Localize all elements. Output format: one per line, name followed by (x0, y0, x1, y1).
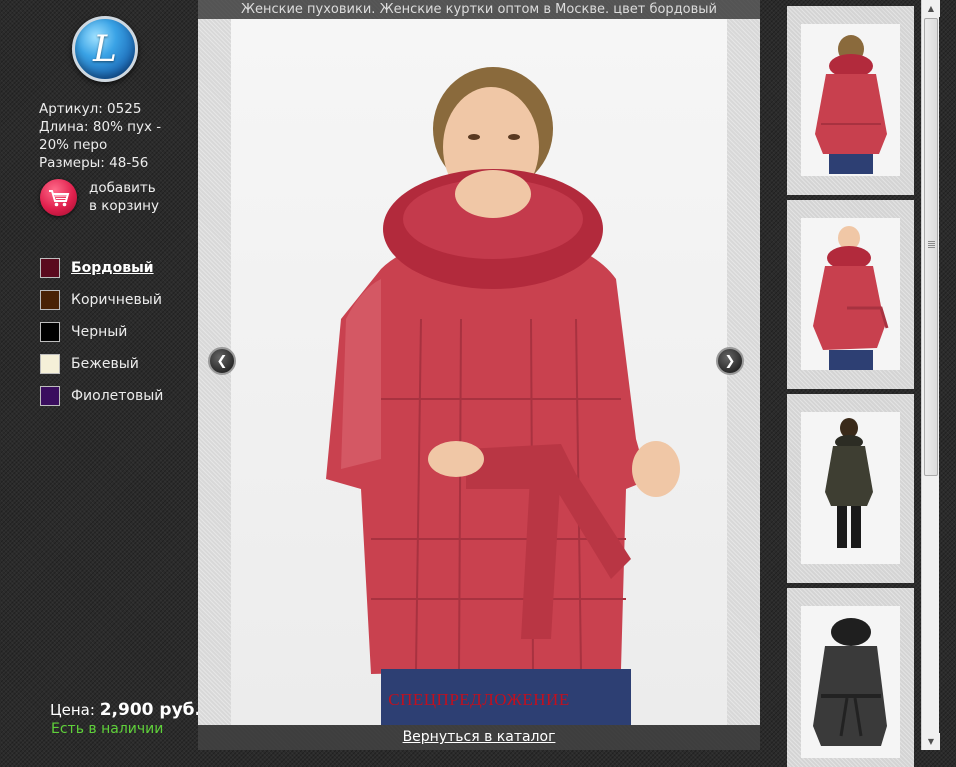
fill-composition-cont: 20% перо (39, 137, 108, 153)
next-image-button[interactable]: ❯ (716, 347, 744, 375)
thumbnail-3[interactable] (787, 394, 914, 583)
thumbnail-4[interactable] (787, 588, 914, 767)
chevron-left-icon: ❮ (216, 353, 228, 369)
add-to-cart-button[interactable]: добавить в корзину (40, 179, 159, 216)
vertical-scrollbar[interactable]: ▲ ▼ (921, 0, 940, 750)
add-to-cart-label[interactable]: добавить в корзину (89, 179, 159, 215)
color-options: Бордовый Коричневый Черный Бежевый Фиолетовы… (40, 252, 163, 412)
color-option[interactable]: Фиолетовый (40, 380, 163, 412)
brand-logo[interactable]: L (72, 16, 138, 82)
shopping-cart-icon[interactable] (40, 179, 77, 216)
thumbnail-image (801, 606, 900, 758)
scroll-down-arrow-icon[interactable]: ▼ (922, 733, 940, 750)
viewer-title: Женские пуховики. Женские куртки оптом в… (198, 0, 760, 19)
special-offer-label: СПЕЦПРЕДЛОЖЕНИЕ (388, 690, 570, 709)
size-range: Размеры: 48-56 (39, 155, 149, 171)
thumbnail-image (801, 412, 900, 564)
color-label[interactable]: Бордовый (71, 260, 154, 276)
price-value: 2,900 руб. (99, 700, 201, 720)
color-swatch[interactable] (40, 290, 60, 310)
prev-image-button[interactable]: ❮ (208, 347, 236, 375)
thumbnail-image (801, 218, 900, 370)
chevron-right-icon: ❯ (724, 353, 736, 369)
color-label[interactable]: Фиолетовый (71, 388, 163, 404)
thumbnail-image (801, 24, 900, 176)
fill-composition: Длина: 80% пух - (39, 119, 162, 135)
color-label[interactable]: Черный (71, 324, 127, 340)
color-swatch[interactable] (40, 322, 60, 342)
color-option[interactable]: Бежевый (40, 348, 163, 380)
thumbnail-list (787, 6, 914, 767)
back-to-catalog-link[interactable]: Вернуться в каталог (403, 729, 556, 745)
color-swatch[interactable] (40, 386, 60, 406)
product-photo[interactable] (231, 19, 727, 725)
product-image-viewer: Женские пуховики. Женские куртки оптом в… (198, 0, 760, 750)
product-specs: Артикул: 0525 Длина: 80% пух - 20% перо … (39, 100, 169, 172)
color-swatch[interactable] (40, 354, 60, 374)
scrollbar-thumb[interactable] (924, 18, 938, 476)
price-label: Цена: (50, 701, 95, 719)
price: Цена: 2,900 руб. (50, 700, 201, 720)
thumbnail-1[interactable] (787, 6, 914, 195)
color-label[interactable]: Бежевый (71, 356, 139, 372)
brand-logo-letter: L (93, 28, 117, 70)
color-option[interactable]: Бордовый (40, 252, 163, 284)
stock-status: Есть в наличии (51, 721, 164, 737)
scrollbar-grip-icon (928, 241, 935, 248)
scroll-up-arrow-icon[interactable]: ▲ (922, 0, 940, 17)
back-bar: Вернуться в каталог (198, 725, 760, 750)
thumbnail-2[interactable] (787, 200, 914, 389)
color-option[interactable]: Черный (40, 316, 163, 348)
article-number: Артикул: 0525 (39, 101, 142, 117)
color-swatch[interactable] (40, 258, 60, 278)
color-option[interactable]: Коричневый (40, 284, 163, 316)
color-label[interactable]: Коричневый (71, 292, 162, 308)
